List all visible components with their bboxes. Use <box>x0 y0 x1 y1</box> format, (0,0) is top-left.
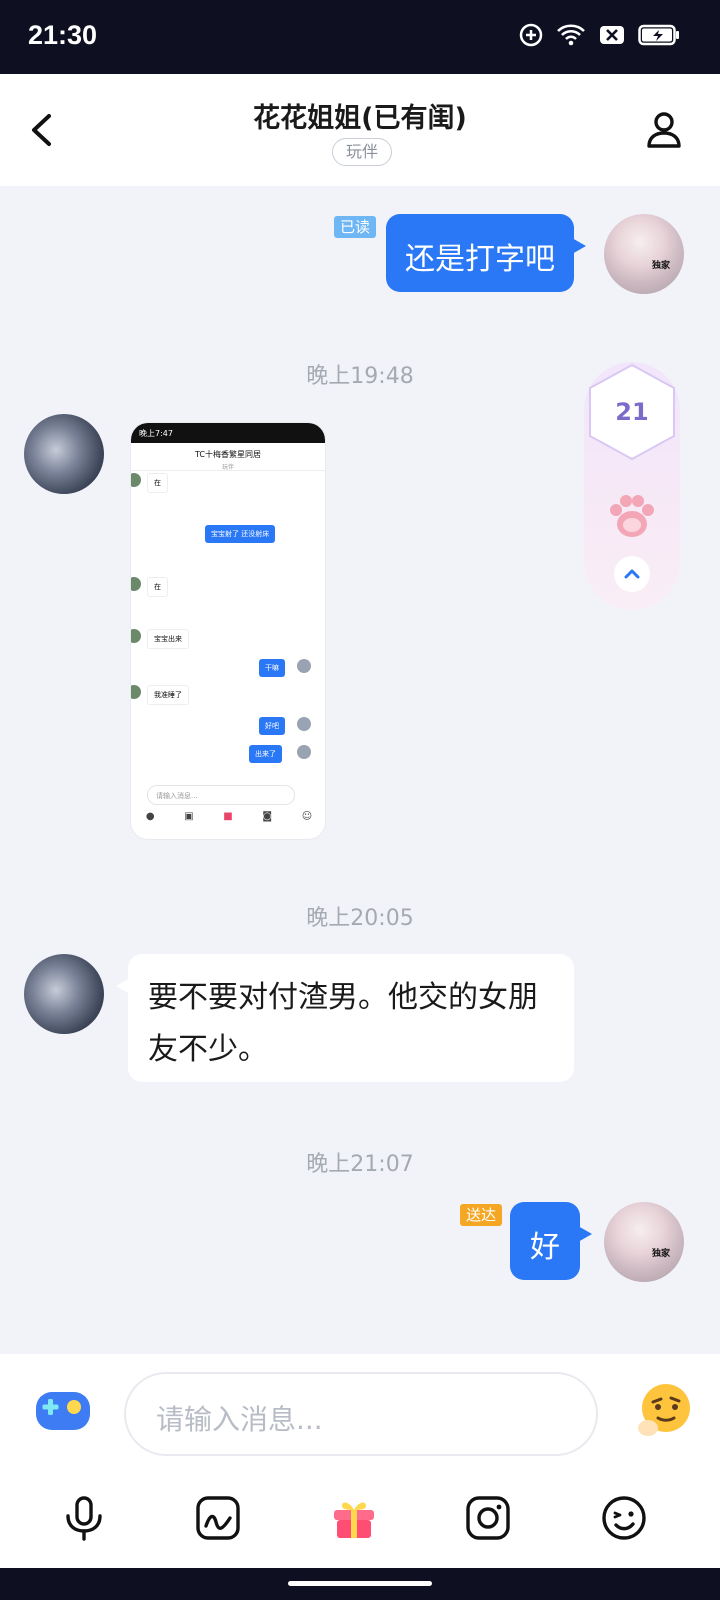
screenshot-avatar <box>297 745 311 759</box>
relation-tag: 玩伴 <box>332 138 392 166</box>
screenshot-avatar <box>131 577 141 591</box>
screenshot-row: 我准睡了 <box>147 685 189 705</box>
floating-widget[interactable]: 21 <box>584 362 680 610</box>
sync-icon <box>519 23 543 47</box>
screenshot-row: 出来了 <box>249 745 282 763</box>
screenshot-row: 宝宝射了 还没射床 <box>205 525 276 543</box>
screenshot-row: 在 <box>147 473 168 493</box>
screenshot-toolbar: ● ▣ ■ ◙ ☺ <box>131 811 325 822</box>
screenshot-input: 请输入消息... <box>147 785 295 805</box>
my-avatar[interactable]: 独家 <box>604 1202 684 1282</box>
microphone-icon: ● <box>145 811 155 822</box>
image-message-screenshot[interactable]: 晚上7:47 TC十梅香繁星同居 玩伴 在 宝宝射了 还没射床 在 宝宝出来 干… <box>130 422 326 840</box>
camera-icon: ◙ <box>262 811 273 822</box>
gift-icon[interactable] <box>330 1494 378 1542</box>
screenshot-row: 宝宝出来 <box>147 629 189 649</box>
chat-header: 花花姐姐(已有闺) 玩伴 <box>0 74 720 186</box>
screenshot-row: 在 <box>147 577 168 597</box>
emoji-icon: ☺ <box>301 811 313 822</box>
message-text-line: 要不要对付渣男。他交的女朋 <box>148 980 538 1015</box>
message-timestamp: 晚上20:05 <box>306 906 414 931</box>
screenshot-subtitle: 玩伴 <box>221 464 234 471</box>
image-icon[interactable] <box>194 1494 242 1542</box>
game-controller-icon[interactable] <box>34 1386 92 1436</box>
input-toolbar <box>0 1468 720 1568</box>
chevron-up-icon[interactable] <box>614 556 650 592</box>
chat-title: 花花姐姐(已有闺) <box>253 103 467 134</box>
screenshot-avatar <box>131 685 141 699</box>
paw-icon[interactable] <box>606 490 658 542</box>
battery-charging-icon <box>638 24 679 46</box>
system-nav-bar <box>0 1568 720 1600</box>
input-bar: 请输入消息... <box>0 1354 720 1468</box>
status-time: 21:30 <box>28 20 98 50</box>
widget-count: 21 <box>615 398 649 426</box>
message-bubble-incoming[interactable]: 要不要对付渣男。他交的女朋 友不少。 <box>116 954 574 1082</box>
screenshot-row: 好吧 <box>259 717 285 735</box>
delivered-status-badge: 送达 <box>460 1204 503 1226</box>
screenshot-avatar <box>131 629 141 643</box>
message-bubble-outgoing[interactable]: 还是打字吧 <box>386 214 586 292</box>
status-icons <box>518 22 680 48</box>
screenshot-avatar <box>297 717 311 731</box>
contact-avatar[interactable] <box>24 414 104 494</box>
message-input[interactable]: 请输入消息... <box>124 1372 598 1456</box>
wifi-icon <box>557 24 585 46</box>
screenshot-header: TC十梅香繁星同居 玩伴 <box>131 443 325 471</box>
sim-off-icon <box>600 26 624 44</box>
emoji-face-icon[interactable] <box>636 1380 694 1440</box>
person-icon[interactable] <box>646 110 682 150</box>
message-timestamp: 晚上21:07 <box>306 1152 414 1177</box>
screenshot-row: 干嘛 <box>259 659 285 677</box>
home-indicator[interactable] <box>288 1581 432 1586</box>
status-bar: 21:30 <box>0 0 720 74</box>
gift-icon: ■ <box>223 811 233 822</box>
image-icon: ▣ <box>184 811 194 822</box>
screenshot-title: TC十梅香繁星同居 <box>194 450 261 459</box>
emoji-icon[interactable] <box>600 1494 648 1542</box>
read-status-badge: 已读 <box>334 216 377 238</box>
camera-icon[interactable] <box>464 1494 512 1542</box>
screenshot-avatar <box>131 473 141 487</box>
message-bubble-outgoing[interactable]: 好 <box>510 1202 592 1280</box>
screenshot-status-bar: 晚上7:47 <box>131 423 325 443</box>
microphone-icon[interactable] <box>60 1494 108 1542</box>
screenshot-avatar <box>297 659 311 673</box>
my-avatar[interactable]: 独家 <box>604 214 684 294</box>
contact-avatar[interactable] <box>24 954 104 1034</box>
message-text-line: 友不少。 <box>148 1032 268 1067</box>
